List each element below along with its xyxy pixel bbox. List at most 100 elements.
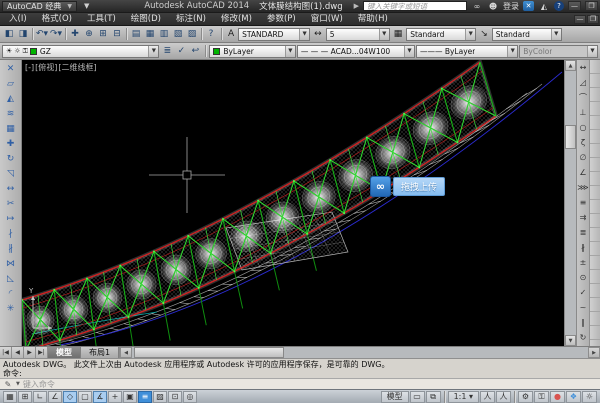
color-combo[interactable]: ByLayer ▼ [209, 45, 296, 58]
viewport-view-control[interactable]: [俯视] [35, 63, 57, 72]
clipped-button-icon[interactable] [590, 242, 600, 256]
menu-modify[interactable]: 修改(M) [214, 13, 259, 26]
layer-combo[interactable]: ☀ ☼ ⚿ GZ ▼ [2, 45, 159, 58]
search-expand-icon[interactable]: ▶ [354, 2, 359, 10]
object-snap-tracking-icon[interactable]: ∡ [93, 391, 107, 403]
menu-draw[interactable]: 绘图(D) [124, 13, 168, 26]
help-icon[interactable]: ? [554, 1, 564, 11]
dim-aligned-icon[interactable]: ◿ [577, 75, 589, 90]
menu-format[interactable]: 格式(O) [35, 13, 79, 26]
command-input-row[interactable]: ✎ ▼ 键入命令 [0, 378, 600, 389]
dim-space-icon[interactable]: ≣ [577, 225, 589, 240]
layer-freeze-icon[interactable]: ☼ [14, 47, 20, 55]
doc-minimize-button[interactable]: — [574, 15, 586, 24]
clipped-button-icon[interactable] [590, 200, 600, 214]
transparency-icon[interactable]: ▨ [153, 391, 167, 403]
layer-properties-manager-icon[interactable]: ≣ [160, 44, 174, 58]
break-icon[interactable]: ∦ [2, 241, 20, 256]
clipped-button-icon[interactable] [590, 284, 600, 298]
model-space[interactable]: 模型 [381, 391, 409, 403]
dim-arc-length-icon[interactable]: ⌒ [577, 90, 589, 105]
exchange-apps-icon[interactable]: ✕ [523, 1, 534, 11]
make-objects-layer-current-icon[interactable]: ✓ [174, 44, 188, 58]
dim-angular-icon[interactable]: ∠ [577, 165, 589, 180]
clipped-button-icon[interactable] [590, 74, 600, 88]
array-icon[interactable]: ▦ [2, 121, 20, 136]
sign-in-link[interactable]: 登录 [503, 1, 519, 12]
baidu-pan-icon[interactable]: ∞ [370, 176, 391, 197]
menu-parametric[interactable]: 参数(P) [260, 13, 303, 26]
workspace-switcher[interactable]: AutoCAD 经典 ▼ [2, 1, 77, 12]
explode-icon[interactable]: ✳ [2, 301, 20, 316]
clipped-button-icon[interactable] [590, 158, 600, 172]
dim-update-icon[interactable]: ↻ [577, 330, 589, 345]
clipped-button-icon[interactable] [590, 270, 600, 284]
offset-icon[interactable]: ≋ [2, 106, 20, 121]
chamfer-icon[interactable]: ◺ [2, 271, 20, 286]
rotate-icon[interactable]: ↻ [2, 151, 20, 166]
horizontal-scroll-thumb[interactable] [134, 347, 284, 358]
center-mark-icon[interactable]: ⊙ [577, 270, 589, 285]
clipped-button-icon[interactable] [590, 102, 600, 116]
quick-access-overflow-icon[interactable]: ▼ [81, 2, 92, 10]
erase-icon[interactable]: ✕ [2, 61, 20, 76]
mleader-style-icon[interactable]: ↘ [477, 27, 491, 41]
tab-last-icon[interactable]: ▶| [36, 347, 48, 358]
tab-prev-icon[interactable]: ◀ [12, 347, 24, 358]
dim-oblique-icon[interactable]: ∥ [577, 315, 589, 330]
pan-realtime-icon[interactable]: ✚ [68, 27, 82, 41]
menu-insert[interactable]: 入(I) [2, 13, 34, 26]
workspace-switching-icon[interactable]: ⚙ [518, 391, 533, 403]
autodesk-360-icon[interactable]: ❖ [566, 391, 581, 403]
design-center-icon[interactable]: ▦ [143, 27, 157, 41]
snap-mode-icon[interactable]: ▦ [3, 391, 17, 403]
scroll-up-icon[interactable]: ▲ [565, 60, 576, 71]
restore-button[interactable]: ❐ [585, 1, 598, 11]
search-input[interactable] [363, 1, 467, 11]
table-style-combo[interactable]: Standard ▼ [406, 28, 476, 41]
auto-annotation-scale-icon[interactable]: 人 [496, 391, 511, 403]
viewport-style-control[interactable]: [二维线框] [58, 63, 96, 72]
command-customize-icon[interactable]: ✎ [3, 379, 13, 389]
clipped-button-icon[interactable] [590, 186, 600, 200]
annotation-visibility-icon[interactable]: 人 [480, 391, 495, 403]
minimize-button[interactable]: — [568, 1, 581, 11]
clipped-button-icon[interactable] [590, 144, 600, 158]
dim-jogged-linear-icon[interactable]: ~ [577, 300, 589, 315]
dim-ordinate-icon[interactable]: ⊥ [577, 105, 589, 120]
toolbar-lock-icon[interactable]: ⚿ [534, 391, 549, 403]
block-editor-icon[interactable]: ◨ [16, 27, 30, 41]
tab-next-icon[interactable]: ▶ [24, 347, 36, 358]
text-style-combo[interactable]: STANDARD ▼ [238, 28, 310, 41]
clipped-button-icon[interactable] [590, 228, 600, 242]
clipped-button-icon[interactable] [590, 256, 600, 270]
lineweight-combo[interactable]: ——— ByLayer ▼ [416, 45, 518, 58]
dim-radius-icon[interactable]: ○ [577, 120, 589, 135]
sheet-set-manager-icon[interactable]: ▧ [171, 27, 185, 41]
menu-help[interactable]: 帮助(H) [351, 13, 395, 26]
stretch-icon[interactable]: ↔ [2, 181, 20, 196]
drag-upload-overlay[interactable]: ∞ 拖拽上传 [370, 176, 445, 197]
markup-set-manager-icon[interactable]: ▨ [185, 27, 199, 41]
help-icon[interactable]: ? [204, 27, 218, 41]
layer-lock-icon[interactable]: ⚿ [23, 47, 28, 56]
dim-linear-icon[interactable]: ↔ [577, 60, 589, 75]
dim-jogged-icon[interactable]: ζ [577, 135, 589, 150]
lineweight-display-icon[interactable]: ≡ [138, 391, 152, 403]
command-history[interactable]: Autodesk DWG。 此文件上次由 Autodesk 应用程序或 Auto… [0, 358, 600, 378]
autodesk-360-icon[interactable]: ◭ [538, 1, 550, 12]
annotation-scale[interactable]: 1:1 ▾ [448, 391, 479, 403]
clipped-button-icon[interactable] [590, 326, 600, 340]
linetype-combo[interactable]: — — — ACAD...04W100 ▼ [297, 45, 415, 58]
join-icon[interactable]: ⋈ [2, 256, 20, 271]
dim-continue-icon[interactable]: ⇉ [577, 210, 589, 225]
mleader-style-combo[interactable]: Standard ▼ [492, 28, 562, 41]
scroll-down-icon[interactable]: ▼ [565, 335, 576, 346]
move-icon[interactable]: ✚ [2, 136, 20, 151]
drawing-canvas[interactable]: Y [-][俯视][二维线框] ∞ 拖拽上传 [22, 60, 564, 346]
tool-palettes-icon[interactable]: ▥ [157, 27, 171, 41]
clipped-button-icon[interactable] [590, 88, 600, 102]
mirror-icon[interactable]: ◭ [2, 91, 20, 106]
doc-restore-button[interactable]: ❐ [587, 15, 599, 24]
copy-icon[interactable]: ▱ [2, 76, 20, 91]
